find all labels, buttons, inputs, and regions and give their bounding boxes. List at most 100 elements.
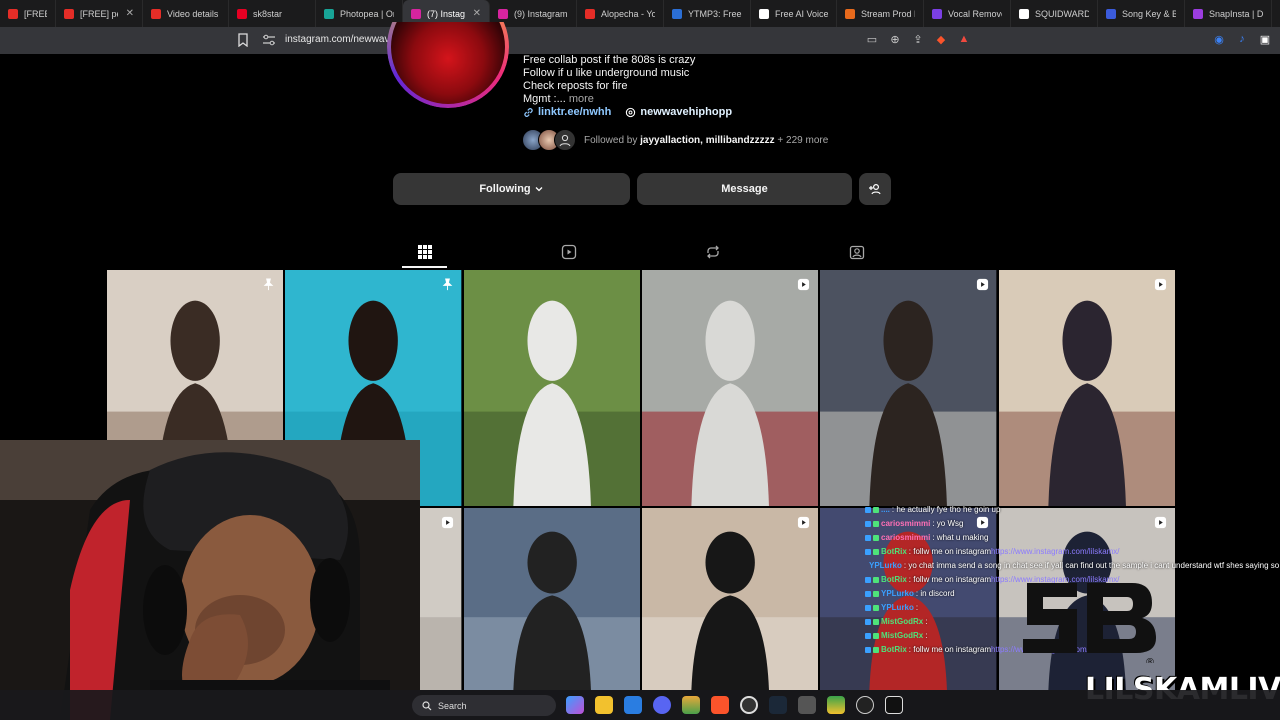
reel-icon <box>976 278 988 291</box>
app-icon-2[interactable] <box>798 696 816 714</box>
browser-tab[interactable]: [FREE] perc ✕ <box>56 0 143 27</box>
browser-tab[interactable]: sk8star <box>229 0 316 27</box>
profile-avatar[interactable] <box>387 22 509 108</box>
browser-tab[interactable]: SQUIDWARD B <box>1011 0 1098 27</box>
badge-icon <box>873 647 879 653</box>
tab-close-icon[interactable]: ✕ <box>126 8 134 19</box>
audio-icon[interactable]: ♪ <box>1235 32 1249 46</box>
app-icon-4[interactable] <box>856 696 874 714</box>
pin-icon <box>263 278 274 291</box>
following-button[interactable]: Following <box>393 173 630 205</box>
chat-text: : <box>925 631 928 640</box>
app-icon-3[interactable] <box>827 696 845 714</box>
chat-link[interactable]: https://www.instagram.com/lilskamx/ <box>991 545 1119 559</box>
browser-tab[interactable]: Free AI Voice G <box>751 0 837 27</box>
chevron-down-icon <box>535 187 543 192</box>
store-icon[interactable] <box>624 696 642 714</box>
tab-favicon-icon <box>759 8 769 19</box>
site-info-icon[interactable] <box>262 34 276 46</box>
tab-favicon-icon <box>8 8 18 19</box>
tab-posts[interactable] <box>414 241 436 263</box>
post-thumbnail[interactable] <box>641 508 819 690</box>
profile-extension-icon[interactable]: ▣ <box>1258 32 1272 46</box>
chat-text: : he actually fye tho he goin up <box>891 505 1001 514</box>
bio-more-link[interactable]: more <box>569 93 594 105</box>
suggested-users-button[interactable] <box>859 173 891 205</box>
tab-favicon-icon <box>151 8 161 19</box>
tab-tagged[interactable] <box>846 241 868 263</box>
chat-message: cariosmimmi: what u making <box>865 531 1280 545</box>
badge-icon <box>873 591 879 597</box>
screen-cast-icon[interactable]: ▭ <box>865 32 879 46</box>
threads-link[interactable]: newwavehiphopp <box>625 106 732 118</box>
followed-by-suffix: + 229 more <box>774 134 829 146</box>
tab-favicon-icon <box>1106 8 1116 19</box>
brave-shield-icon[interactable]: ◆ <box>934 32 948 46</box>
bio-line: Mgmt :... <box>523 93 566 105</box>
tab-title: [FREE] perc40 <box>24 8 47 19</box>
chat-username: BotRix <box>881 575 907 584</box>
file-explorer-icon[interactable] <box>595 696 613 714</box>
browser-tab[interactable]: Stream Prod Li <box>837 0 924 27</box>
capcut-icon[interactable] <box>885 696 903 714</box>
tab-title: Stream Prod Li <box>861 8 915 19</box>
badge-icon <box>865 633 871 639</box>
following-label: Following <box>479 183 531 195</box>
post-thumbnail[interactable] <box>998 270 1175 506</box>
browser-tab[interactable]: YTMP3: Free Yo <box>664 0 751 27</box>
bookmark-icon[interactable] <box>237 33 249 47</box>
tab-title: sk8star <box>253 8 283 19</box>
chat-message: YPLurko: yo chat imma send a song in cha… <box>865 559 1280 573</box>
badge-icon <box>865 549 871 555</box>
taskbar-search[interactable]: Search <box>412 695 556 716</box>
message-button[interactable]: Message <box>637 173 852 205</box>
post-thumbnail[interactable] <box>463 270 640 506</box>
share-icon[interactable]: ⇪ <box>911 32 925 46</box>
browser-tab[interactable]: SnapInsta | Do <box>1185 0 1272 27</box>
steam-icon[interactable] <box>769 696 787 714</box>
brave-icon[interactable] <box>711 696 729 714</box>
pin-icon <box>442 278 452 291</box>
tab-favicon-icon <box>237 8 247 19</box>
chat-text: : follw me on instagram <box>908 547 992 556</box>
followed-by[interactable]: Followed by jayyallaction, millibandzzzz… <box>522 129 828 151</box>
obs-icon[interactable] <box>740 696 758 714</box>
extension-icon[interactable]: ◉ <box>1212 32 1226 46</box>
browser-tab[interactable]: [FREE] perc40 <box>0 0 56 27</box>
browser-tab[interactable]: Alopecha - Yo <box>577 0 664 27</box>
tab-title: [FREE] perc <box>80 8 118 19</box>
browser-tab[interactable]: Video details <box>143 0 229 27</box>
browser-tab[interactable]: Song Key & BP <box>1098 0 1185 27</box>
app-icon[interactable] <box>682 696 700 714</box>
badge-icon <box>865 605 871 611</box>
badge-icon <box>873 633 879 639</box>
tab-reels[interactable] <box>558 241 580 263</box>
threads-icon <box>626 107 636 117</box>
tab-title: Video details <box>167 8 219 19</box>
threads-handle: newwavehiphopp <box>640 106 733 118</box>
tab-title: Alopecha - Yo <box>601 8 655 19</box>
badge-icon <box>865 521 871 527</box>
post-thumbnail[interactable] <box>820 270 997 506</box>
zoom-icon[interactable]: ⊕ <box>888 32 902 46</box>
discord-icon[interactable] <box>653 696 671 714</box>
post-thumbnail[interactable] <box>463 508 640 690</box>
reel-icon <box>798 516 810 529</box>
browser-tab[interactable]: Vocal Remover <box>924 0 1011 27</box>
tab-favicon-icon <box>411 8 421 19</box>
profile-link-text: linktr.ee/nwhh <box>538 106 612 118</box>
copilot-icon[interactable] <box>566 696 584 714</box>
badge-icon <box>873 577 879 583</box>
tab-favicon-icon <box>845 8 855 19</box>
badge-icon <box>873 605 879 611</box>
tab-reposts[interactable] <box>702 241 724 263</box>
badge-icon <box>865 577 871 583</box>
chat-username: YPLurko <box>881 589 914 598</box>
message-label: Message <box>721 183 768 195</box>
post-thumbnail[interactable] <box>641 270 819 506</box>
bio-line: Check reposts for fire <box>523 80 628 92</box>
grid-icon <box>418 245 432 259</box>
tab-close-icon[interactable]: ✕ <box>473 8 481 19</box>
brave-rewards-icon[interactable]: ▲ <box>957 32 971 46</box>
profile-link[interactable]: linktr.ee/nwhh <box>523 106 611 118</box>
